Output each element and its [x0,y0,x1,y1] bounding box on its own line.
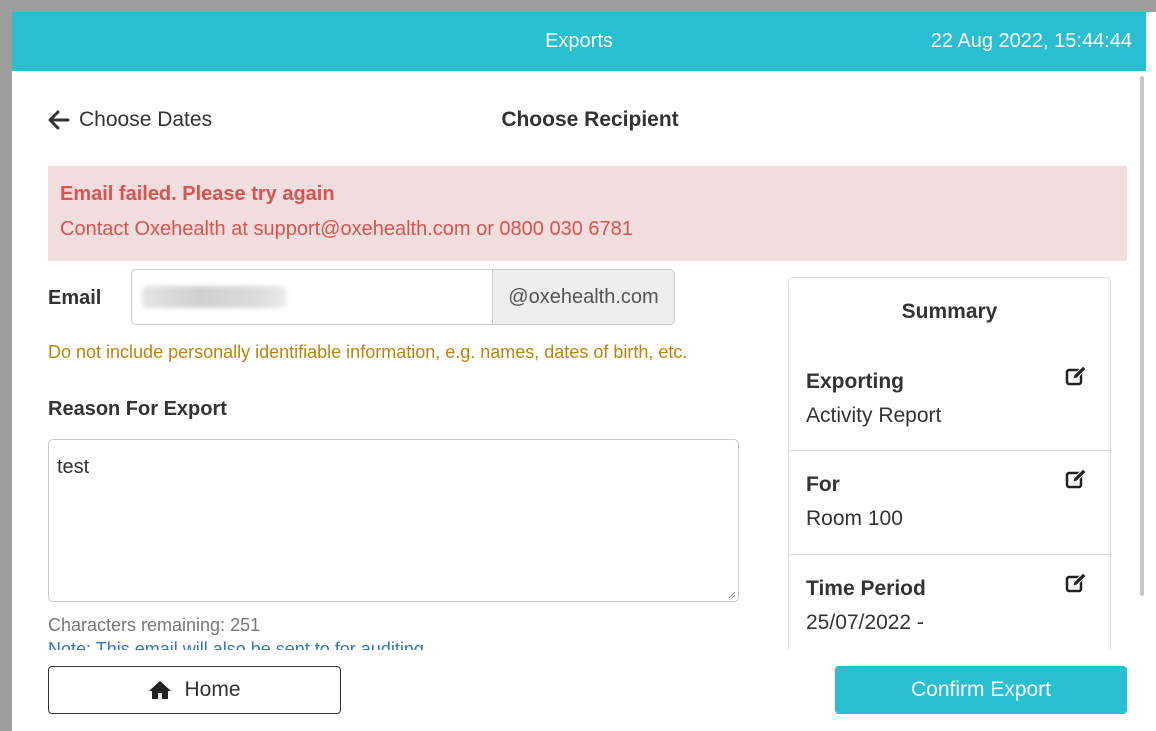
summary-value-exporting: Activity Report [806,404,942,427]
summary-label-exporting: Exporting [806,370,904,393]
summary-label-time-period: Time Period [806,577,926,600]
summary-value-time-period: 25/07/2022 - [806,611,924,634]
confirm-export-button[interactable]: Confirm Export [835,666,1127,714]
arrow-left-icon [48,110,70,130]
home-button-label: Home [184,678,241,701]
edit-icon[interactable] [1065,365,1087,387]
alert-body: Contact Oxehealth at support@oxehealth.c… [60,218,633,240]
home-button[interactable]: Home [48,666,341,714]
summary-section-exporting: Exporting Activity Report [789,348,1110,451]
email-label: Email [48,287,102,309]
reason-label: Reason For Export [48,398,227,420]
summary-value-for: Room 100 [806,507,903,530]
pii-warning-text: Do not include personally identifiable i… [48,342,688,362]
back-link-choose-dates[interactable]: Choose Dates [48,104,212,136]
header-timestamp: 22 Aug 2022, 15:44:44 [930,30,1132,52]
summary-section-for: For Room 100 [789,450,1110,555]
edit-icon[interactable] [1065,572,1087,594]
redacted-email-value [142,286,286,308]
characters-remaining: Characters remaining: 251 [48,615,261,635]
summary-panel: Summary Exporting Activity Report For Ro… [788,277,1111,650]
email-domain-addon: @oxehealth.com [492,270,674,324]
email-input-group: @oxehealth.com [131,269,675,325]
summary-label-for: For [806,473,840,496]
reason-textarea[interactable]: test [48,439,739,602]
audit-note: Note: This email will also be sent to fo… [48,638,528,650]
resize-grip-icon[interactable] [728,591,736,599]
alert-title: Email failed. Please try again [60,183,335,205]
summary-section-time-period: Time Period 25/07/2022 - [789,554,1110,650]
scrollbar-thumb[interactable] [1140,76,1144,596]
audit-note-text: Note: This email will also be sent to fo… [48,639,424,650]
scrollbar[interactable] [1138,76,1146,652]
summary-title: Summary [901,300,998,323]
edit-icon[interactable] [1065,468,1087,490]
error-alert: Email failed. Please try again Contact O… [48,166,1127,261]
step-title: Choose Recipient [501,108,679,131]
header-bar: Exports 22 Aug 2022, 15:44:44 [12,12,1146,71]
back-link-label: Choose Dates [79,108,213,131]
confirm-export-label: Confirm Export [910,678,1052,701]
email-input[interactable] [132,270,492,324]
home-icon [149,681,172,699]
